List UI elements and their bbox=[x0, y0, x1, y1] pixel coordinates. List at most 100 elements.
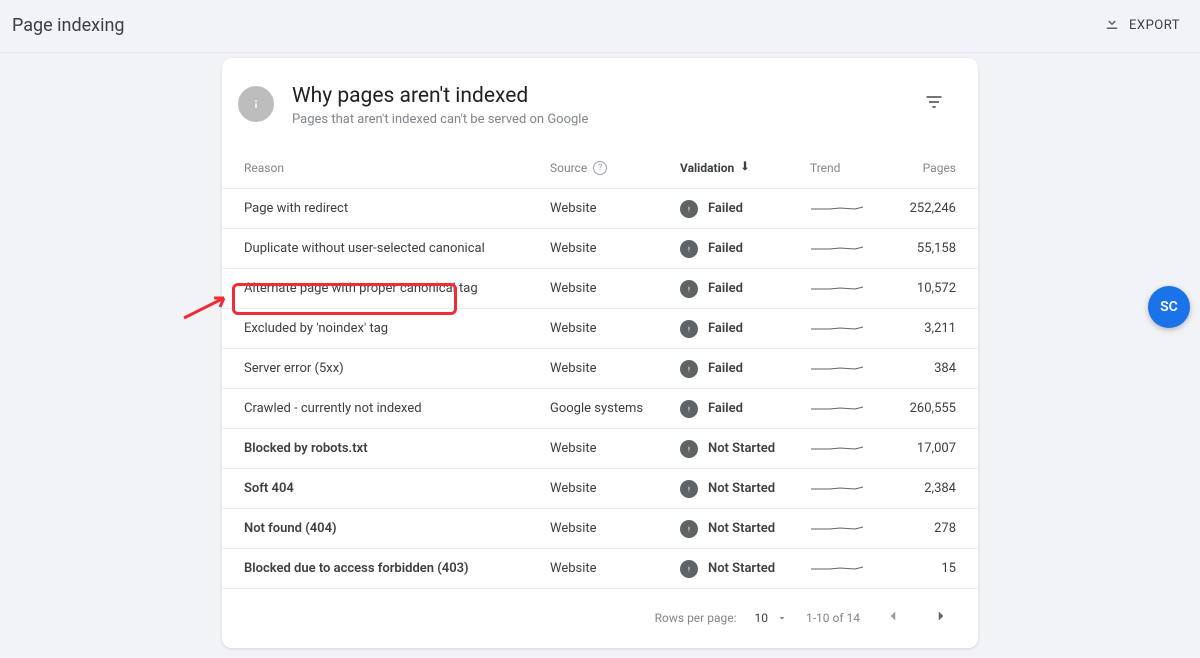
cell-reason: Soft 404 bbox=[244, 481, 550, 496]
th-source-label: Source bbox=[550, 161, 587, 175]
cell-reason: Not found (404) bbox=[244, 521, 550, 536]
next-page-button[interactable] bbox=[926, 603, 956, 632]
cell-source: Website bbox=[550, 361, 680, 376]
th-source[interactable]: Source ? bbox=[550, 161, 680, 175]
cell-trend bbox=[810, 559, 892, 579]
cell-source: Website bbox=[550, 321, 680, 336]
alert-icon bbox=[680, 560, 698, 578]
export-button[interactable]: EXPORT bbox=[1099, 8, 1184, 42]
table-row[interactable]: Blocked by robots.txtWebsiteNot Started1… bbox=[222, 428, 978, 468]
cell-reason: Blocked due to access forbidden (403) bbox=[244, 561, 550, 576]
sparkline-icon bbox=[810, 479, 864, 495]
table-body: Page with redirectWebsiteFailed252,246Du… bbox=[222, 188, 978, 588]
sparkline-icon bbox=[810, 319, 864, 335]
sparkline-icon bbox=[810, 199, 864, 215]
cell-reason: Blocked by robots.txt bbox=[244, 441, 550, 456]
page-title: Page indexing bbox=[12, 15, 125, 36]
th-validation[interactable]: Validation bbox=[680, 159, 810, 176]
alert-icon bbox=[680, 400, 698, 418]
user-avatar-fab[interactable]: SC bbox=[1148, 286, 1190, 328]
rows-per-page-value: 10 bbox=[754, 611, 768, 625]
cell-source: Website bbox=[550, 481, 680, 496]
validation-text: Not Started bbox=[708, 441, 775, 456]
sparkline-icon bbox=[810, 519, 864, 535]
cell-pages: 55,158 bbox=[892, 241, 956, 256]
cell-source: Website bbox=[550, 241, 680, 256]
reasons-card: Why pages aren't indexed Pages that aren… bbox=[222, 58, 978, 648]
prev-page-button[interactable] bbox=[878, 603, 908, 632]
card-header: Why pages aren't indexed Pages that aren… bbox=[222, 58, 978, 141]
rows-per-page-select[interactable]: 10 bbox=[754, 611, 788, 625]
card-title: Why pages aren't indexed bbox=[292, 84, 918, 108]
sparkline-icon bbox=[810, 359, 864, 375]
alert-icon bbox=[680, 440, 698, 458]
cell-reason: Alternate page with proper canonical tag bbox=[244, 281, 550, 296]
cell-source: Google systems bbox=[550, 401, 680, 416]
table-row[interactable]: Blocked due to access forbidden (403)Web… bbox=[222, 548, 978, 588]
cell-validation: Failed bbox=[680, 200, 810, 218]
cell-trend bbox=[810, 279, 892, 299]
cell-validation: Not Started bbox=[680, 480, 810, 498]
cell-pages: 10,572 bbox=[892, 281, 956, 296]
alert-icon bbox=[680, 520, 698, 538]
cell-pages: 260,555 bbox=[892, 401, 956, 416]
table-row[interactable]: Crawled - currently not indexedGoogle sy… bbox=[222, 388, 978, 428]
cell-trend bbox=[810, 199, 892, 219]
validation-text: Failed bbox=[708, 361, 743, 376]
user-initials: SC bbox=[1160, 299, 1178, 315]
table-row[interactable]: Duplicate without user-selected canonica… bbox=[222, 228, 978, 268]
page-range-label: 1-10 of 14 bbox=[806, 611, 860, 625]
export-label: EXPORT bbox=[1129, 18, 1180, 33]
cell-trend bbox=[810, 399, 892, 419]
cell-reason: Crawled - currently not indexed bbox=[244, 401, 550, 416]
sparkline-icon bbox=[810, 399, 864, 415]
filter-button[interactable] bbox=[918, 86, 950, 122]
cell-validation: Failed bbox=[680, 240, 810, 258]
validation-text: Not Started bbox=[708, 561, 775, 576]
validation-text: Failed bbox=[708, 201, 743, 216]
cell-trend bbox=[810, 439, 892, 459]
table-row[interactable]: Not found (404)WebsiteNot Started278 bbox=[222, 508, 978, 548]
table-row[interactable]: Excluded by 'noindex' tagWebsiteFailed3,… bbox=[222, 308, 978, 348]
help-icon[interactable]: ? bbox=[593, 161, 607, 175]
cell-source: Website bbox=[550, 561, 680, 576]
sparkline-icon bbox=[810, 439, 864, 455]
cell-trend bbox=[810, 479, 892, 499]
th-reason[interactable]: Reason bbox=[244, 161, 550, 175]
cell-validation: Not Started bbox=[680, 440, 810, 458]
cell-trend bbox=[810, 359, 892, 379]
table-header: Reason Source ? Validation Trend Pages bbox=[222, 141, 978, 188]
cell-validation: Failed bbox=[680, 320, 810, 338]
cell-pages: 2,384 bbox=[892, 481, 956, 496]
validation-text: Failed bbox=[708, 321, 743, 336]
table-row[interactable]: Soft 404Website Not Started 2,384 bbox=[222, 468, 978, 508]
rows-per-page-label: Rows per page: bbox=[655, 611, 737, 625]
cell-validation: Failed bbox=[680, 360, 810, 378]
sparkline-icon bbox=[810, 239, 864, 255]
cell-validation: Not Started bbox=[680, 560, 810, 578]
cell-trend bbox=[810, 239, 892, 259]
table-footer: Rows per page: 10 1-10 of 14 bbox=[222, 588, 978, 642]
alert-icon bbox=[680, 360, 698, 378]
validation-text: Failed bbox=[708, 401, 743, 416]
validation-text: Failed bbox=[708, 241, 743, 256]
cell-pages: 278 bbox=[892, 521, 956, 536]
cell-source: Website bbox=[550, 281, 680, 296]
cell-validation: Failed bbox=[680, 400, 810, 418]
dropdown-icon bbox=[776, 612, 788, 624]
table-row[interactable]: Page with redirectWebsiteFailed252,246 bbox=[222, 188, 978, 228]
cell-trend bbox=[810, 519, 892, 539]
sparkline-icon bbox=[810, 559, 864, 575]
validation-text: Not Started bbox=[708, 481, 775, 496]
th-validation-label: Validation bbox=[680, 161, 734, 175]
table-row[interactable]: Alternate page with proper canonical tag… bbox=[222, 268, 978, 308]
th-trend[interactable]: Trend bbox=[810, 161, 892, 175]
alert-icon bbox=[680, 480, 698, 498]
validation-text: Not Started bbox=[708, 521, 775, 536]
th-pages[interactable]: Pages bbox=[892, 161, 956, 175]
alert-icon bbox=[680, 200, 698, 218]
table-row[interactable]: Server error (5xx)WebsiteFailed384 bbox=[222, 348, 978, 388]
validation-text: Failed bbox=[708, 281, 743, 296]
info-icon bbox=[238, 86, 274, 122]
cell-reason: Page with redirect bbox=[244, 201, 550, 216]
